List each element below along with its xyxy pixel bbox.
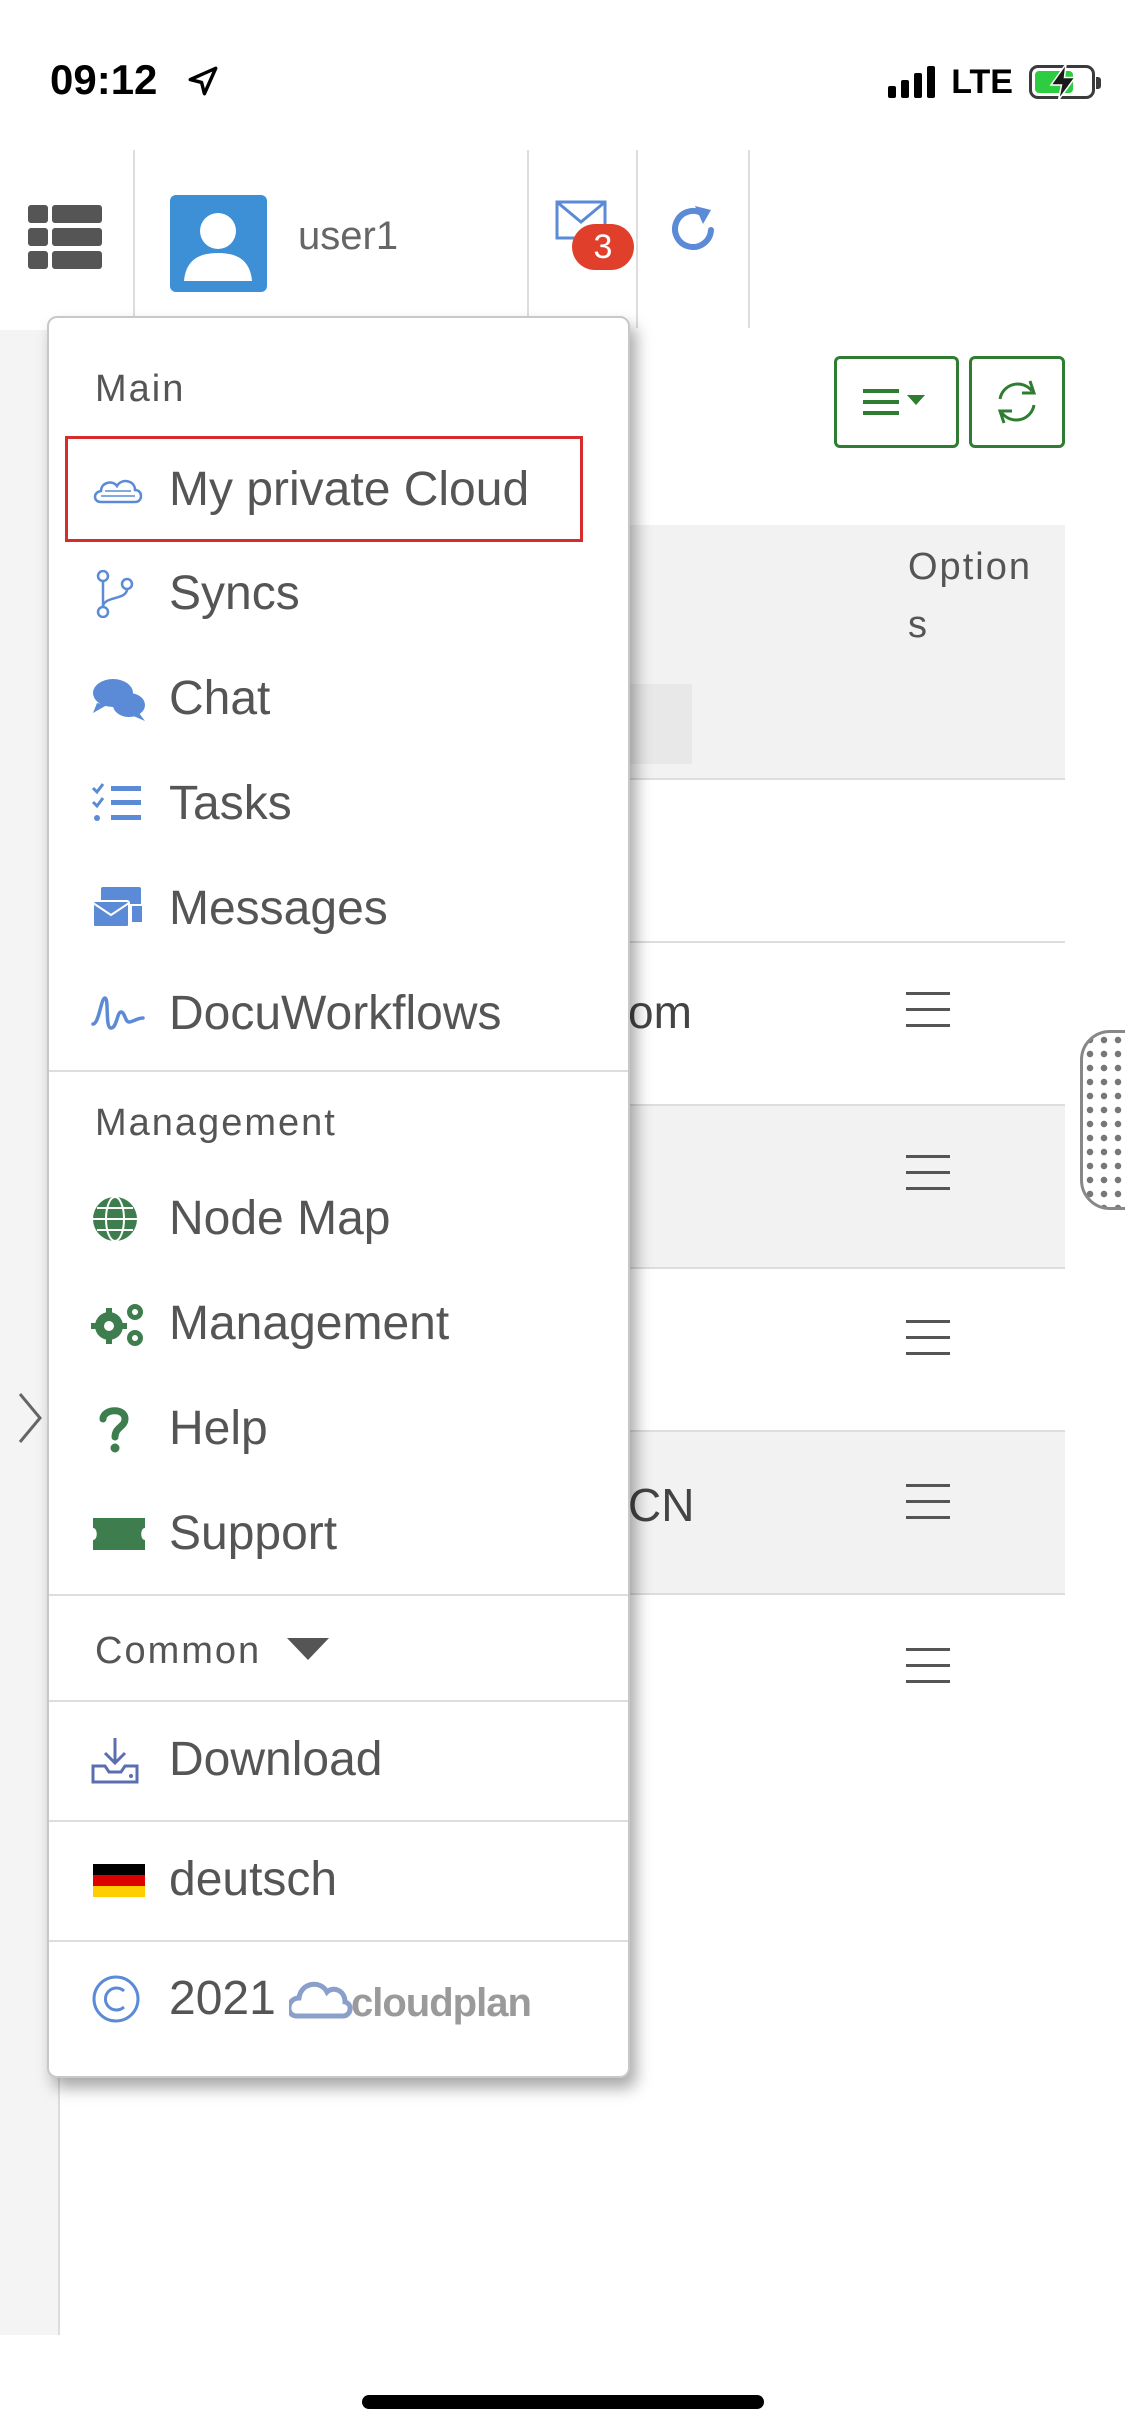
section-title-management: Management [95, 1102, 337, 1144]
nav-separator [527, 150, 529, 328]
nav-separator [636, 150, 638, 328]
gears-icon [91, 1304, 143, 1346]
messages-icon [92, 887, 144, 928]
signature-icon [91, 996, 145, 1030]
location-arrow-icon [188, 66, 218, 96]
status-time: 09:12 [50, 56, 158, 103]
menu-item-messages[interactable]: Messages [49, 863, 628, 953]
cloud-icon [93, 479, 143, 504]
signal-icon [888, 66, 936, 98]
row-text: om [628, 986, 692, 1038]
question-icon [99, 1407, 129, 1453]
menu-item-syncs[interactable]: Syncs [49, 548, 628, 638]
menu-grid-button[interactable] [28, 205, 102, 269]
menu-item-download[interactable]: Download [49, 1714, 628, 1804]
ticket-icon [93, 1518, 145, 1550]
sync-button[interactable] [969, 356, 1065, 448]
status-indicators: LTE [888, 62, 1101, 102]
menu-item-support[interactable]: Support [49, 1488, 628, 1578]
menu-item-language[interactable]: deutsch [49, 1834, 628, 1924]
username[interactable]: user1 [298, 214, 398, 259]
menu-item-tasks[interactable]: Tasks [49, 758, 628, 848]
caret-down-icon [287, 1638, 329, 1660]
menu-item-node-map[interactable]: Node Map [49, 1173, 628, 1263]
list-caret-icon [863, 389, 925, 415]
sync-icon [997, 380, 1037, 424]
menu-divider [49, 1594, 628, 1596]
row-options-icon[interactable] [906, 1648, 950, 1684]
user-icon [184, 213, 252, 281]
network-type: LTE [951, 62, 1013, 101]
row-options-icon[interactable] [906, 1320, 950, 1356]
menu-item-chat[interactable]: Chat [49, 653, 628, 743]
scroll-handle[interactable] [1080, 1030, 1125, 1210]
list-view-dropdown-button[interactable] [834, 356, 959, 448]
menu-item-my-private-cloud[interactable]: My private Cloud [49, 444, 628, 534]
battery-icon [1029, 64, 1101, 100]
menu-divider [49, 1700, 628, 1702]
common-section-toggle[interactable]: Common [49, 1608, 628, 1698]
table-row[interactable] [600, 780, 1065, 943]
copyright-year: 2021 [169, 1972, 276, 2025]
chevron-right-icon[interactable] [16, 1390, 44, 1446]
menu-divider [49, 1070, 628, 1072]
row-options-icon[interactable] [906, 1484, 950, 1520]
globe-icon [93, 1196, 137, 1242]
chat-icon [93, 679, 145, 721]
options-column-header: Options [908, 546, 1032, 646]
section-title-common: Common [95, 1630, 262, 1672]
row-options-icon[interactable] [906, 992, 950, 1028]
navigation-dropdown-menu: Main My private Cloud Syncs Chat Tasks M… [47, 316, 630, 2078]
nav-separator [133, 150, 135, 328]
avatar[interactable] [170, 195, 267, 292]
row-text: CN [628, 1479, 695, 1531]
tasks-icon [91, 783, 141, 821]
menu-item-management[interactable]: Management [49, 1278, 628, 1368]
menu-divider [49, 1820, 628, 1822]
branch-icon [96, 570, 134, 618]
download-icon [91, 1738, 139, 1784]
table-row[interactable] [600, 1269, 1065, 1432]
german-flag-icon [93, 1864, 145, 1897]
menu-item-help[interactable]: Help [49, 1383, 628, 1473]
nav-separator [748, 150, 750, 328]
copyright-icon [91, 1974, 141, 2024]
menu-item-docuworkflows[interactable]: DocuWorkflows [49, 968, 628, 1058]
unread-badge: 3 [572, 224, 634, 270]
row-options-icon[interactable] [906, 1155, 950, 1191]
home-indicator [362, 2395, 764, 2409]
refresh-icon[interactable] [665, 200, 723, 258]
svg-text:cloudplan: cloudplan [351, 1981, 531, 2025]
table-row[interactable] [600, 1106, 1065, 1269]
cloudplan-logo[interactable]: cloudplan [289, 1968, 589, 2028]
status-bar: 09:12 LTE [0, 0, 1125, 150]
section-title-main: Main [95, 368, 186, 410]
menu-divider [49, 1940, 628, 1942]
